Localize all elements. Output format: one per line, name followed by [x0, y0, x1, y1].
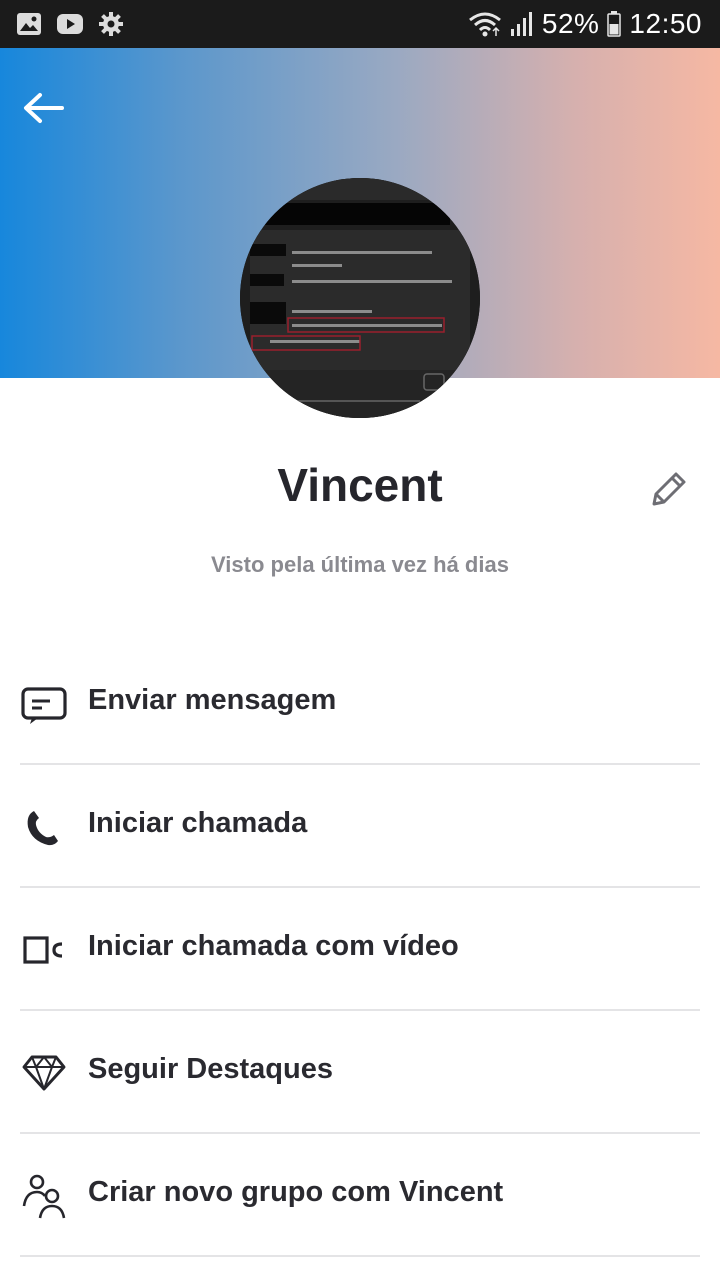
avatar[interactable] [240, 178, 480, 418]
last-seen-status: Visto pela última vez há dias [211, 552, 509, 577]
action-label: Enviar mensagem [88, 684, 337, 716]
youtube-icon [56, 13, 84, 35]
action-label: Iniciar chamada [88, 807, 308, 839]
phone-icon [27, 811, 58, 846]
action-label: Seguir Destaques [88, 1053, 333, 1085]
start-video-call-button[interactable]: Iniciar chamada com vídeo [20, 888, 700, 1011]
start-call-button[interactable]: Iniciar chamada [20, 765, 700, 888]
battery-icon [607, 11, 622, 37]
follow-highlights-button[interactable]: Seguir Destaques [20, 1011, 700, 1134]
status-bar: 52% 12:50 [0, 0, 720, 48]
action-label: Criar novo grupo com Vincent [88, 1176, 504, 1208]
message-icon [21, 687, 67, 724]
gallery-icon [16, 12, 42, 36]
wifi-icon [468, 10, 502, 38]
diamond-icon [22, 1055, 66, 1091]
group-icon [22, 1174, 66, 1219]
contact-name: Vincent [277, 459, 443, 511]
send-message-button[interactable]: Enviar mensagem [20, 642, 700, 765]
back-button[interactable] [20, 86, 68, 130]
create-group-button[interactable]: Criar novo grupo com Vincent [20, 1134, 700, 1257]
edit-name-button[interactable] [644, 466, 692, 514]
action-list: Enviar mensagem Iniciar chamada Iniciar … [0, 642, 720, 1257]
action-label: Iniciar chamada com vídeo [88, 930, 459, 962]
pencil-icon [652, 472, 686, 506]
battery-percent: 52% [541, 8, 600, 39]
clock: 12:50 [629, 8, 702, 39]
settings-icon [98, 11, 124, 37]
profile-screen: 52% 12:50 Vincent Visto pela última vez … [0, 0, 720, 1280]
avatar-screenshot-image [240, 178, 480, 418]
video-icon [23, 936, 63, 964]
arrow-left-icon [24, 93, 64, 123]
signal-icon [510, 11, 534, 37]
